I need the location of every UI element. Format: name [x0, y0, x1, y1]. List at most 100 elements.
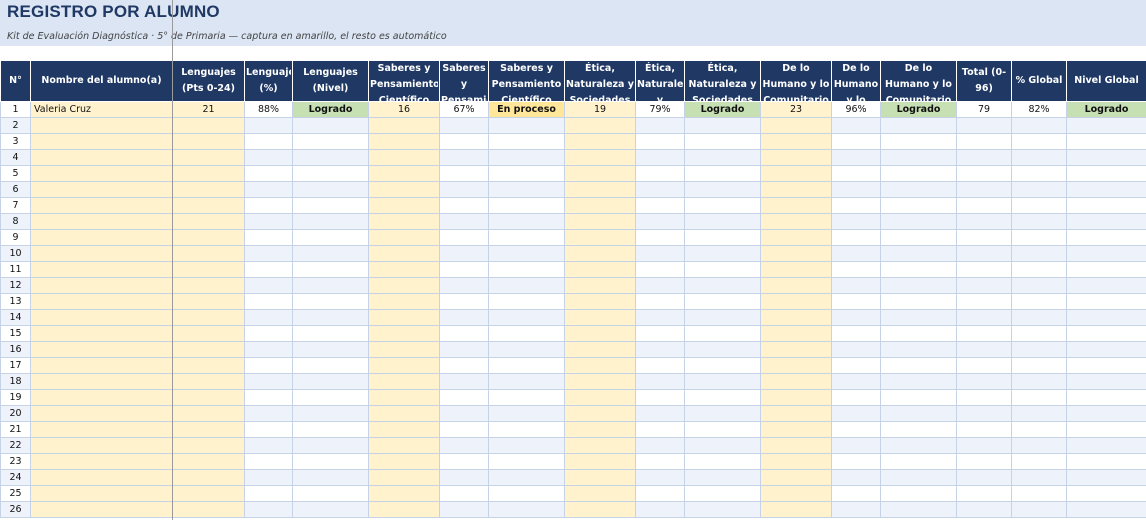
table-cell[interactable]	[439, 245, 489, 262]
table-cell[interactable]	[439, 453, 489, 470]
table-cell[interactable]	[635, 165, 685, 182]
table-cell[interactable]	[831, 357, 881, 374]
table-cell[interactable]	[831, 341, 881, 358]
table-cell[interactable]	[760, 213, 832, 230]
table-cell[interactable]	[368, 437, 440, 454]
table-cell[interactable]	[956, 229, 1012, 246]
table-cell[interactable]	[30, 197, 173, 214]
table-cell[interactable]: 88%	[244, 101, 293, 118]
table-cell[interactable]	[172, 197, 245, 214]
table-cell[interactable]	[172, 357, 245, 374]
table-cell[interactable]	[880, 309, 957, 326]
table-cell[interactable]	[1066, 133, 1146, 150]
table-cell[interactable]	[488, 405, 565, 422]
table-cell[interactable]	[1011, 357, 1067, 374]
table-cell[interactable]	[1066, 485, 1146, 502]
table-cell[interactable]	[439, 469, 489, 486]
table-cell[interactable]	[172, 341, 245, 358]
table-cell[interactable]	[30, 149, 173, 166]
table-cell[interactable]	[30, 373, 173, 390]
table-cell[interactable]	[760, 485, 832, 502]
table-cell[interactable]	[30, 133, 173, 150]
table-cell[interactable]	[244, 117, 293, 134]
table-cell[interactable]	[831, 229, 881, 246]
table-cell[interactable]: Logrado	[684, 101, 761, 118]
table-cell[interactable]	[635, 469, 685, 486]
table-cell[interactable]	[368, 389, 440, 406]
table-cell[interactable]	[956, 181, 1012, 198]
table-cell[interactable]	[880, 117, 957, 134]
table-cell[interactable]	[368, 485, 440, 502]
table-cell[interactable]	[488, 501, 565, 518]
table-cell[interactable]	[1066, 325, 1146, 342]
table-cell[interactable]	[292, 261, 369, 278]
table-cell[interactable]	[760, 373, 832, 390]
table-cell[interactable]	[564, 245, 636, 262]
table-cell[interactable]	[956, 485, 1012, 502]
table-cell[interactable]	[368, 325, 440, 342]
table-cell[interactable]	[244, 309, 293, 326]
table-cell[interactable]	[292, 501, 369, 518]
table-cell[interactable]	[684, 357, 761, 374]
table-cell[interactable]: 67%	[439, 101, 489, 118]
table-cell[interactable]	[30, 245, 173, 262]
table-cell[interactable]	[956, 117, 1012, 134]
table-cell[interactable]	[244, 389, 293, 406]
table-cell[interactable]	[244, 213, 293, 230]
table-cell[interactable]: Logrado	[880, 101, 957, 118]
table-cell[interactable]	[368, 469, 440, 486]
table-cell[interactable]	[488, 149, 565, 166]
table-cell[interactable]	[564, 181, 636, 198]
table-cell[interactable]	[1066, 245, 1146, 262]
table-cell[interactable]	[831, 485, 881, 502]
table-cell[interactable]	[172, 213, 245, 230]
table-cell[interactable]	[488, 261, 565, 278]
table-cell[interactable]	[684, 229, 761, 246]
table-cell[interactable]	[1011, 485, 1067, 502]
table-cell[interactable]	[172, 501, 245, 518]
table-cell[interactable]: Logrado	[292, 101, 369, 118]
table-cell[interactable]	[684, 421, 761, 438]
table-cell[interactable]: 79%	[635, 101, 685, 118]
table-cell[interactable]: 96%	[831, 101, 881, 118]
table-cell[interactable]	[684, 245, 761, 262]
table-cell[interactable]	[30, 485, 173, 502]
table-cell[interactable]	[368, 117, 440, 134]
column-header[interactable]: Ética, Naturaleza y Sociedades	[564, 60, 636, 102]
table-cell[interactable]	[760, 261, 832, 278]
table-cell[interactable]	[635, 357, 685, 374]
table-cell[interactable]	[880, 165, 957, 182]
table-cell[interactable]	[172, 165, 245, 182]
table-cell[interactable]	[684, 133, 761, 150]
table-cell[interactable]	[956, 405, 1012, 422]
table-cell[interactable]	[1011, 229, 1067, 246]
table-cell[interactable]	[1066, 277, 1146, 294]
table-cell[interactable]	[956, 197, 1012, 214]
table-cell[interactable]	[684, 437, 761, 454]
table-cell[interactable]	[956, 149, 1012, 166]
table-cell[interactable]	[172, 261, 245, 278]
table-cell[interactable]	[30, 357, 173, 374]
table-cell[interactable]	[760, 245, 832, 262]
column-header[interactable]: De lo Humano y lo	[831, 60, 881, 102]
table-cell[interactable]	[439, 325, 489, 342]
table-cell[interactable]	[172, 229, 245, 246]
table-cell[interactable]	[244, 501, 293, 518]
table-cell[interactable]	[244, 357, 293, 374]
table-cell[interactable]	[880, 133, 957, 150]
table-cell[interactable]	[30, 469, 173, 486]
table-cell[interactable]	[635, 213, 685, 230]
table-cell[interactable]	[1066, 341, 1146, 358]
table-cell[interactable]	[564, 437, 636, 454]
table-cell[interactable]	[439, 341, 489, 358]
table-cell[interactable]	[684, 261, 761, 278]
table-cell[interactable]	[488, 293, 565, 310]
table-cell[interactable]	[831, 405, 881, 422]
table-cell[interactable]	[760, 421, 832, 438]
table-cell[interactable]	[244, 437, 293, 454]
table-cell[interactable]	[1066, 405, 1146, 422]
table-cell[interactable]	[439, 405, 489, 422]
table-cell[interactable]	[635, 501, 685, 518]
table-cell[interactable]	[1011, 405, 1067, 422]
table-cell[interactable]	[880, 245, 957, 262]
